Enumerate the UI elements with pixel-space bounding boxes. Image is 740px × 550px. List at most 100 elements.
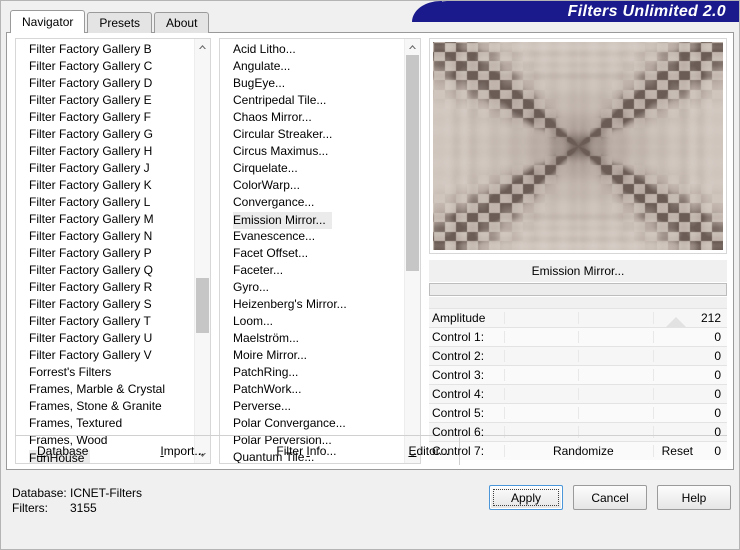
tab-presets[interactable]: Presets	[87, 12, 153, 33]
control-tick	[578, 312, 579, 324]
render-progress-bar	[429, 283, 727, 296]
filter-scroll-thumb[interactable]	[406, 55, 419, 271]
control-tick	[578, 350, 579, 362]
filter-info-button[interactable]: Filter Info...	[266, 444, 346, 458]
help-button[interactable]: Help	[657, 485, 731, 510]
category-scroll-track[interactable]	[195, 55, 210, 447]
list-item[interactable]: Convergance...	[220, 194, 404, 211]
list-item[interactable]: Frames, Textured	[16, 415, 194, 432]
control-tick	[652, 369, 654, 381]
control-tick	[578, 388, 579, 400]
list-item-selected-row[interactable]: Emission Mirror...	[220, 211, 404, 229]
control-tick	[652, 350, 654, 362]
scroll-up-icon[interactable]	[195, 39, 210, 55]
control-label: Control 2:	[432, 349, 485, 363]
app-title: Filters Unlimited 2.0	[567, 3, 726, 20]
control-row[interactable]: Control 4: 0	[429, 384, 727, 403]
control-row[interactable]: Control 2: 0	[429, 346, 727, 365]
list-item[interactable]: Filter Factory Gallery C	[16, 58, 194, 75]
status-value: ICNET-Filters	[70, 486, 142, 500]
list-item[interactable]: Forrest's Filters	[16, 364, 194, 381]
filter-preview-image[interactable]	[433, 42, 723, 250]
list-item[interactable]: Filter Factory Gallery N	[16, 228, 194, 245]
status-key: Database:	[12, 486, 67, 500]
control-row[interactable]: Control 1: 0	[429, 327, 727, 346]
focus-ring: Apply	[493, 489, 559, 506]
status-value: 3155	[70, 501, 97, 515]
cancel-button[interactable]: Cancel	[573, 485, 647, 510]
list-item[interactable]: Perverse...	[220, 398, 404, 415]
list-item[interactable]: Filter Factory Gallery J	[16, 160, 194, 177]
control-slider-marker[interactable]	[666, 317, 687, 327]
list-item[interactable]: Filter Factory Gallery D	[16, 75, 194, 92]
active-filter-name: Emission Mirror...	[429, 260, 727, 282]
control-tick	[578, 407, 579, 419]
list-item[interactable]: BugEye...	[220, 75, 404, 92]
control-row[interactable]: Control 5: 0	[429, 403, 727, 422]
list-item[interactable]: Frames, Marble & Crystal	[16, 381, 194, 398]
filter-scroll-track[interactable]	[405, 55, 420, 447]
import-button[interactable]: Import...	[150, 444, 214, 458]
list-item[interactable]: Chaos Mirror...	[220, 109, 404, 126]
list-item[interactable]: Filter Factory Gallery S	[16, 296, 194, 313]
list-item[interactable]: PatchWork...	[220, 381, 404, 398]
list-item[interactable]: Circular Streaker...	[220, 126, 404, 143]
list-item[interactable]: ColorWarp...	[220, 177, 404, 194]
list-item[interactable]: Filter Factory Gallery L	[16, 194, 194, 211]
list-item[interactable]: Filter Factory Gallery B	[16, 41, 194, 58]
control-tick	[503, 369, 505, 381]
list-item[interactable]: Angulate...	[220, 58, 404, 75]
list-item[interactable]: Cirquelate...	[220, 160, 404, 177]
list-item[interactable]: Filter Factory Gallery T	[16, 313, 194, 330]
list-item[interactable]: Moire Mirror...	[220, 347, 404, 364]
list-item[interactable]: Evanescence...	[220, 228, 404, 245]
list-item[interactable]: Filter Factory Gallery H	[16, 143, 194, 160]
control-tick	[652, 388, 654, 400]
filter-listbox[interactable]: Acid Litho... Angulate... BugEye... Centrip…	[219, 38, 421, 464]
list-item[interactable]: Filter Factory Gallery F	[16, 109, 194, 126]
status-row: Database: ICNET-Filters	[12, 486, 142, 501]
reset-button[interactable]: Reset	[652, 444, 703, 458]
category-listbox[interactable]: Filter Factory Gallery B Filter Factory G…	[15, 38, 211, 464]
list-item[interactable]: Filter Factory Gallery G	[16, 126, 194, 143]
preview-frame[interactable]	[429, 38, 727, 254]
category-list-scrollport: Filter Factory Gallery B Filter Factory G…	[16, 39, 194, 463]
control-row[interactable]: Amplitude 212	[429, 308, 727, 327]
list-item[interactable]: PatchRing...	[220, 364, 404, 381]
scroll-up-icon[interactable]	[405, 39, 420, 55]
list-item[interactable]: Faceter...	[220, 262, 404, 279]
list-item[interactable]: Heizenberg's Mirror...	[220, 296, 404, 313]
list-item[interactable]: Loom...	[220, 313, 404, 330]
list-item[interactable]: Centripedal Tile...	[220, 92, 404, 109]
list-item[interactable]: Gyro...	[220, 279, 404, 296]
list-item[interactable]: Emission Mirror...	[233, 212, 332, 229]
list-item[interactable]: Filter Factory Gallery V	[16, 347, 194, 364]
list-item[interactable]: Circus Maximus...	[220, 143, 404, 160]
tab-about[interactable]: About	[154, 12, 210, 33]
randomize-button[interactable]: Randomize	[543, 444, 624, 458]
action-bar: Database Import... Filter Info... Editor...…	[15, 435, 727, 465]
filter-scrollbar[interactable]	[404, 39, 420, 463]
list-item[interactable]: Filter Factory Gallery E	[16, 92, 194, 109]
filters-unlimited-window: Filters Unlimited 2.0 Navigator Presets Ab…	[0, 0, 740, 550]
tab-navigator[interactable]: Navigator	[10, 10, 86, 33]
category-scrollbar[interactable]	[194, 39, 210, 463]
control-row[interactable]: Control 3: 0	[429, 365, 727, 384]
control-tick	[503, 350, 505, 362]
list-item[interactable]: Maelström...	[220, 330, 404, 347]
control-value: 0	[714, 406, 721, 420]
list-item[interactable]: Filter Factory Gallery K	[16, 177, 194, 194]
list-item[interactable]: Acid Litho...	[220, 41, 404, 58]
database-button[interactable]: Database	[27, 444, 98, 458]
list-item[interactable]: Frames, Stone & Granite	[16, 398, 194, 415]
list-item[interactable]: Facet Offset...	[220, 245, 404, 262]
list-item[interactable]: Filter Factory Gallery P	[16, 245, 194, 262]
list-item[interactable]: Filter Factory Gallery Q	[16, 262, 194, 279]
list-item[interactable]: Filter Factory Gallery R	[16, 279, 194, 296]
list-item[interactable]: Polar Convergance...	[220, 415, 404, 432]
control-label: Control 4:	[432, 387, 485, 401]
apply-button[interactable]: Apply	[489, 485, 563, 510]
category-scroll-thumb[interactable]	[196, 278, 209, 334]
list-item[interactable]: Filter Factory Gallery M	[16, 211, 194, 228]
list-item[interactable]: Filter Factory Gallery U	[16, 330, 194, 347]
